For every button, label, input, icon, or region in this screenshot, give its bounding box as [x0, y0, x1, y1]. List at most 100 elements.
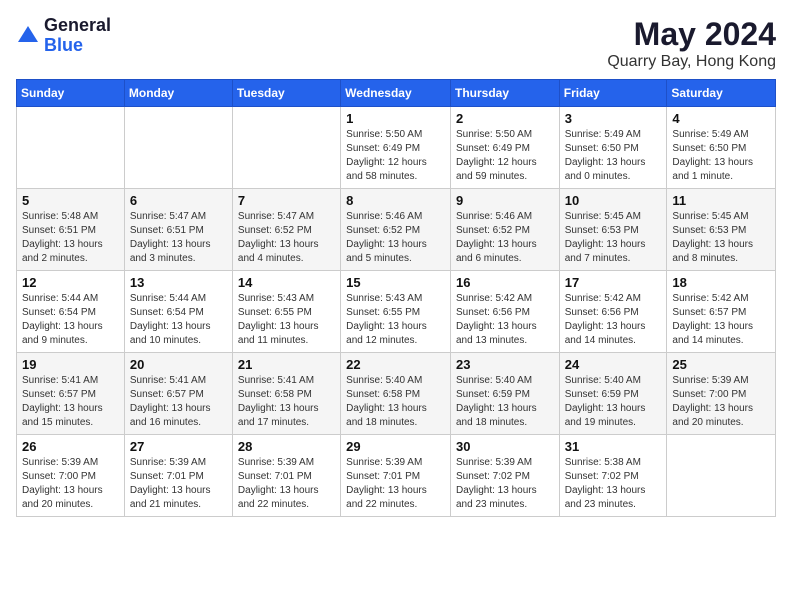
day-number: 17	[565, 275, 662, 290]
calendar-cell: 14 Sunrise: 5:43 AM Sunset: 6:55 PM Dayli…	[232, 271, 340, 353]
day-number: 25	[672, 357, 770, 372]
day-number: 20	[130, 357, 227, 372]
calendar-cell: 29 Sunrise: 5:39 AM Sunset: 7:01 PM Dayli…	[341, 435, 451, 517]
day-info: Sunrise: 5:40 AM Sunset: 6:58 PM Dayligh…	[346, 374, 445, 430]
day-number: 11	[672, 193, 770, 208]
calendar-cell: 22Sunrise: 5:40 AM Sunset: 6:58 PM Dayli…	[341, 353, 451, 435]
day-number: 15	[346, 275, 445, 290]
calendar-cell: 26 Sunrise: 5:39 AM Sunset: 7:00 PM Dayli…	[17, 435, 125, 517]
day-number: 18	[672, 275, 770, 290]
day-number: 3	[565, 111, 662, 126]
calendar-cell: 13 Sunrise: 5:44 AM Sunset: 6:54 PM Dayli…	[124, 271, 232, 353]
calendar-cell: 18 Sunrise: 5:42 AM Sunset: 6:57 PM Dayli…	[667, 271, 776, 353]
day-number: 28	[238, 439, 335, 454]
day-number: 9	[456, 193, 554, 208]
day-info: Sunrise: 5:46 AM Sunset: 6:52 PM Dayligh…	[346, 210, 445, 266]
calendar-cell: 30Sunrise: 5:39 AM Sunset: 7:02 PM Dayli…	[450, 435, 559, 517]
header-wednesday: Wednesday	[341, 80, 451, 107]
day-info: Sunrise: 5:40 AM Sunset: 6:59 PM Dayligh…	[456, 374, 554, 430]
calendar-cell: 12 Sunrise: 5:44 AM Sunset: 6:54 PM Dayli…	[17, 271, 125, 353]
header-tuesday: Tuesday	[232, 80, 340, 107]
calendar-cell: 8 Sunrise: 5:46 AM Sunset: 6:52 PM Daylig…	[341, 189, 451, 271]
calendar-cell: 21 Sunrise: 5:41 AM Sunset: 6:58 PM Dayli…	[232, 353, 340, 435]
day-info: Sunrise: 5:43 AM Sunset: 6:55 PM Dayligh…	[238, 292, 335, 348]
subtitle: Quarry Bay, Hong Kong	[607, 53, 776, 71]
header-sunday: Sunday	[17, 80, 125, 107]
header-friday: Friday	[559, 80, 667, 107]
day-number: 14	[238, 275, 335, 290]
day-info: Sunrise: 5:48 AM Sunset: 6:51 PM Dayligh…	[22, 210, 119, 266]
day-number: 5	[22, 193, 119, 208]
day-number: 1	[346, 111, 445, 126]
calendar-cell: 3 Sunrise: 5:49 AM Sunset: 6:50 PM Daylig…	[559, 107, 667, 189]
calendar-cell: 23 Sunrise: 5:40 AM Sunset: 6:59 PM Dayli…	[450, 353, 559, 435]
calendar-cell: 28 Sunrise: 5:39 AM Sunset: 7:01 PM Dayli…	[232, 435, 340, 517]
day-info: Sunrise: 5:39 AM Sunset: 7:01 PM Dayligh…	[346, 456, 445, 512]
calendar-cell: 24Sunrise: 5:40 AM Sunset: 6:59 PM Dayli…	[559, 353, 667, 435]
day-info: Sunrise: 5:49 AM Sunset: 6:50 PM Dayligh…	[672, 128, 770, 184]
calendar-cell	[17, 107, 125, 189]
day-number: 12	[22, 275, 119, 290]
header-thursday: Thursday	[450, 80, 559, 107]
calendar-cell: 16Sunrise: 5:42 AM Sunset: 6:56 PM Dayli…	[450, 271, 559, 353]
day-number: 21	[238, 357, 335, 372]
day-number: 8	[346, 193, 445, 208]
calendar-cell: 27 Sunrise: 5:39 AM Sunset: 7:01 PM Dayli…	[124, 435, 232, 517]
day-info: Sunrise: 5:41 AM Sunset: 6:57 PM Dayligh…	[130, 374, 227, 430]
calendar-header-row: SundayMondayTuesdayWednesdayThursdayFrid…	[17, 80, 776, 107]
calendar-cell: 31Sunrise: 5:38 AM Sunset: 7:02 PM Dayli…	[559, 435, 667, 517]
calendar-cell: 4Sunrise: 5:49 AM Sunset: 6:50 PM Daylig…	[667, 107, 776, 189]
day-info: Sunrise: 5:44 AM Sunset: 6:54 PM Dayligh…	[22, 292, 119, 348]
header-monday: Monday	[124, 80, 232, 107]
day-info: Sunrise: 5:43 AM Sunset: 6:55 PM Dayligh…	[346, 292, 445, 348]
day-info: Sunrise: 5:39 AM Sunset: 7:00 PM Dayligh…	[672, 374, 770, 430]
day-info: Sunrise: 5:39 AM Sunset: 7:00 PM Dayligh…	[22, 456, 119, 512]
day-number: 10	[565, 193, 662, 208]
day-number: 30	[456, 439, 554, 454]
day-info: Sunrise: 5:42 AM Sunset: 6:57 PM Dayligh…	[672, 292, 770, 348]
calendar-cell: 7 Sunrise: 5:47 AM Sunset: 6:52 PM Daylig…	[232, 189, 340, 271]
day-number: 23	[456, 357, 554, 372]
calendar-cell: 6Sunrise: 5:47 AM Sunset: 6:51 PM Daylig…	[124, 189, 232, 271]
logo-icon	[16, 24, 40, 48]
day-number: 27	[130, 439, 227, 454]
calendar-cell: 10 Sunrise: 5:45 AM Sunset: 6:53 PM Dayli…	[559, 189, 667, 271]
calendar-cell: 19Sunrise: 5:41 AM Sunset: 6:57 PM Dayli…	[17, 353, 125, 435]
day-info: Sunrise: 5:41 AM Sunset: 6:57 PM Dayligh…	[22, 374, 119, 430]
calendar-week-2: 12 Sunrise: 5:44 AM Sunset: 6:54 PM Dayli…	[17, 271, 776, 353]
day-number: 7	[238, 193, 335, 208]
calendar-cell: 5 Sunrise: 5:48 AM Sunset: 6:51 PM Daylig…	[17, 189, 125, 271]
calendar-cell: 15 Sunrise: 5:43 AM Sunset: 6:55 PM Dayli…	[341, 271, 451, 353]
calendar-cell	[667, 435, 776, 517]
calendar-cell: 25 Sunrise: 5:39 AM Sunset: 7:00 PM Dayli…	[667, 353, 776, 435]
calendar-cell: 11Sunrise: 5:45 AM Sunset: 6:53 PM Dayli…	[667, 189, 776, 271]
calendar-cell: 9Sunrise: 5:46 AM Sunset: 6:52 PM Daylig…	[450, 189, 559, 271]
logo: General Blue	[16, 16, 111, 56]
page-header: General Blue May 2024 Quarry Bay, Hong K…	[16, 16, 776, 71]
calendar-cell: 1 Sunrise: 5:50 AM Sunset: 6:49 PM Daylig…	[341, 107, 451, 189]
day-info: Sunrise: 5:47 AM Sunset: 6:52 PM Dayligh…	[238, 210, 335, 266]
calendar-cell: 17Sunrise: 5:42 AM Sunset: 6:56 PM Dayli…	[559, 271, 667, 353]
day-info: Sunrise: 5:42 AM Sunset: 6:56 PM Dayligh…	[456, 292, 554, 348]
day-number: 13	[130, 275, 227, 290]
day-info: Sunrise: 5:41 AM Sunset: 6:58 PM Dayligh…	[238, 374, 335, 430]
day-number: 29	[346, 439, 445, 454]
day-number: 26	[22, 439, 119, 454]
day-info: Sunrise: 5:44 AM Sunset: 6:54 PM Dayligh…	[130, 292, 227, 348]
calendar-week-1: 5 Sunrise: 5:48 AM Sunset: 6:51 PM Daylig…	[17, 189, 776, 271]
day-info: Sunrise: 5:49 AM Sunset: 6:50 PM Dayligh…	[565, 128, 662, 184]
logo-general: General	[44, 16, 111, 36]
day-info: Sunrise: 5:38 AM Sunset: 7:02 PM Dayligh…	[565, 456, 662, 512]
day-info: Sunrise: 5:45 AM Sunset: 6:53 PM Dayligh…	[565, 210, 662, 266]
calendar-cell	[232, 107, 340, 189]
calendar-week-0: 1 Sunrise: 5:50 AM Sunset: 6:49 PM Daylig…	[17, 107, 776, 189]
day-info: Sunrise: 5:50 AM Sunset: 6:49 PM Dayligh…	[346, 128, 445, 184]
calendar-week-3: 19Sunrise: 5:41 AM Sunset: 6:57 PM Dayli…	[17, 353, 776, 435]
day-info: Sunrise: 5:47 AM Sunset: 6:51 PM Dayligh…	[130, 210, 227, 266]
day-info: Sunrise: 5:39 AM Sunset: 7:01 PM Dayligh…	[238, 456, 335, 512]
title-block: May 2024 Quarry Bay, Hong Kong	[607, 16, 776, 71]
day-number: 2	[456, 111, 554, 126]
calendar-week-4: 26 Sunrise: 5:39 AM Sunset: 7:00 PM Dayli…	[17, 435, 776, 517]
day-info: Sunrise: 5:39 AM Sunset: 7:01 PM Dayligh…	[130, 456, 227, 512]
calendar: SundayMondayTuesdayWednesdayThursdayFrid…	[16, 79, 776, 517]
